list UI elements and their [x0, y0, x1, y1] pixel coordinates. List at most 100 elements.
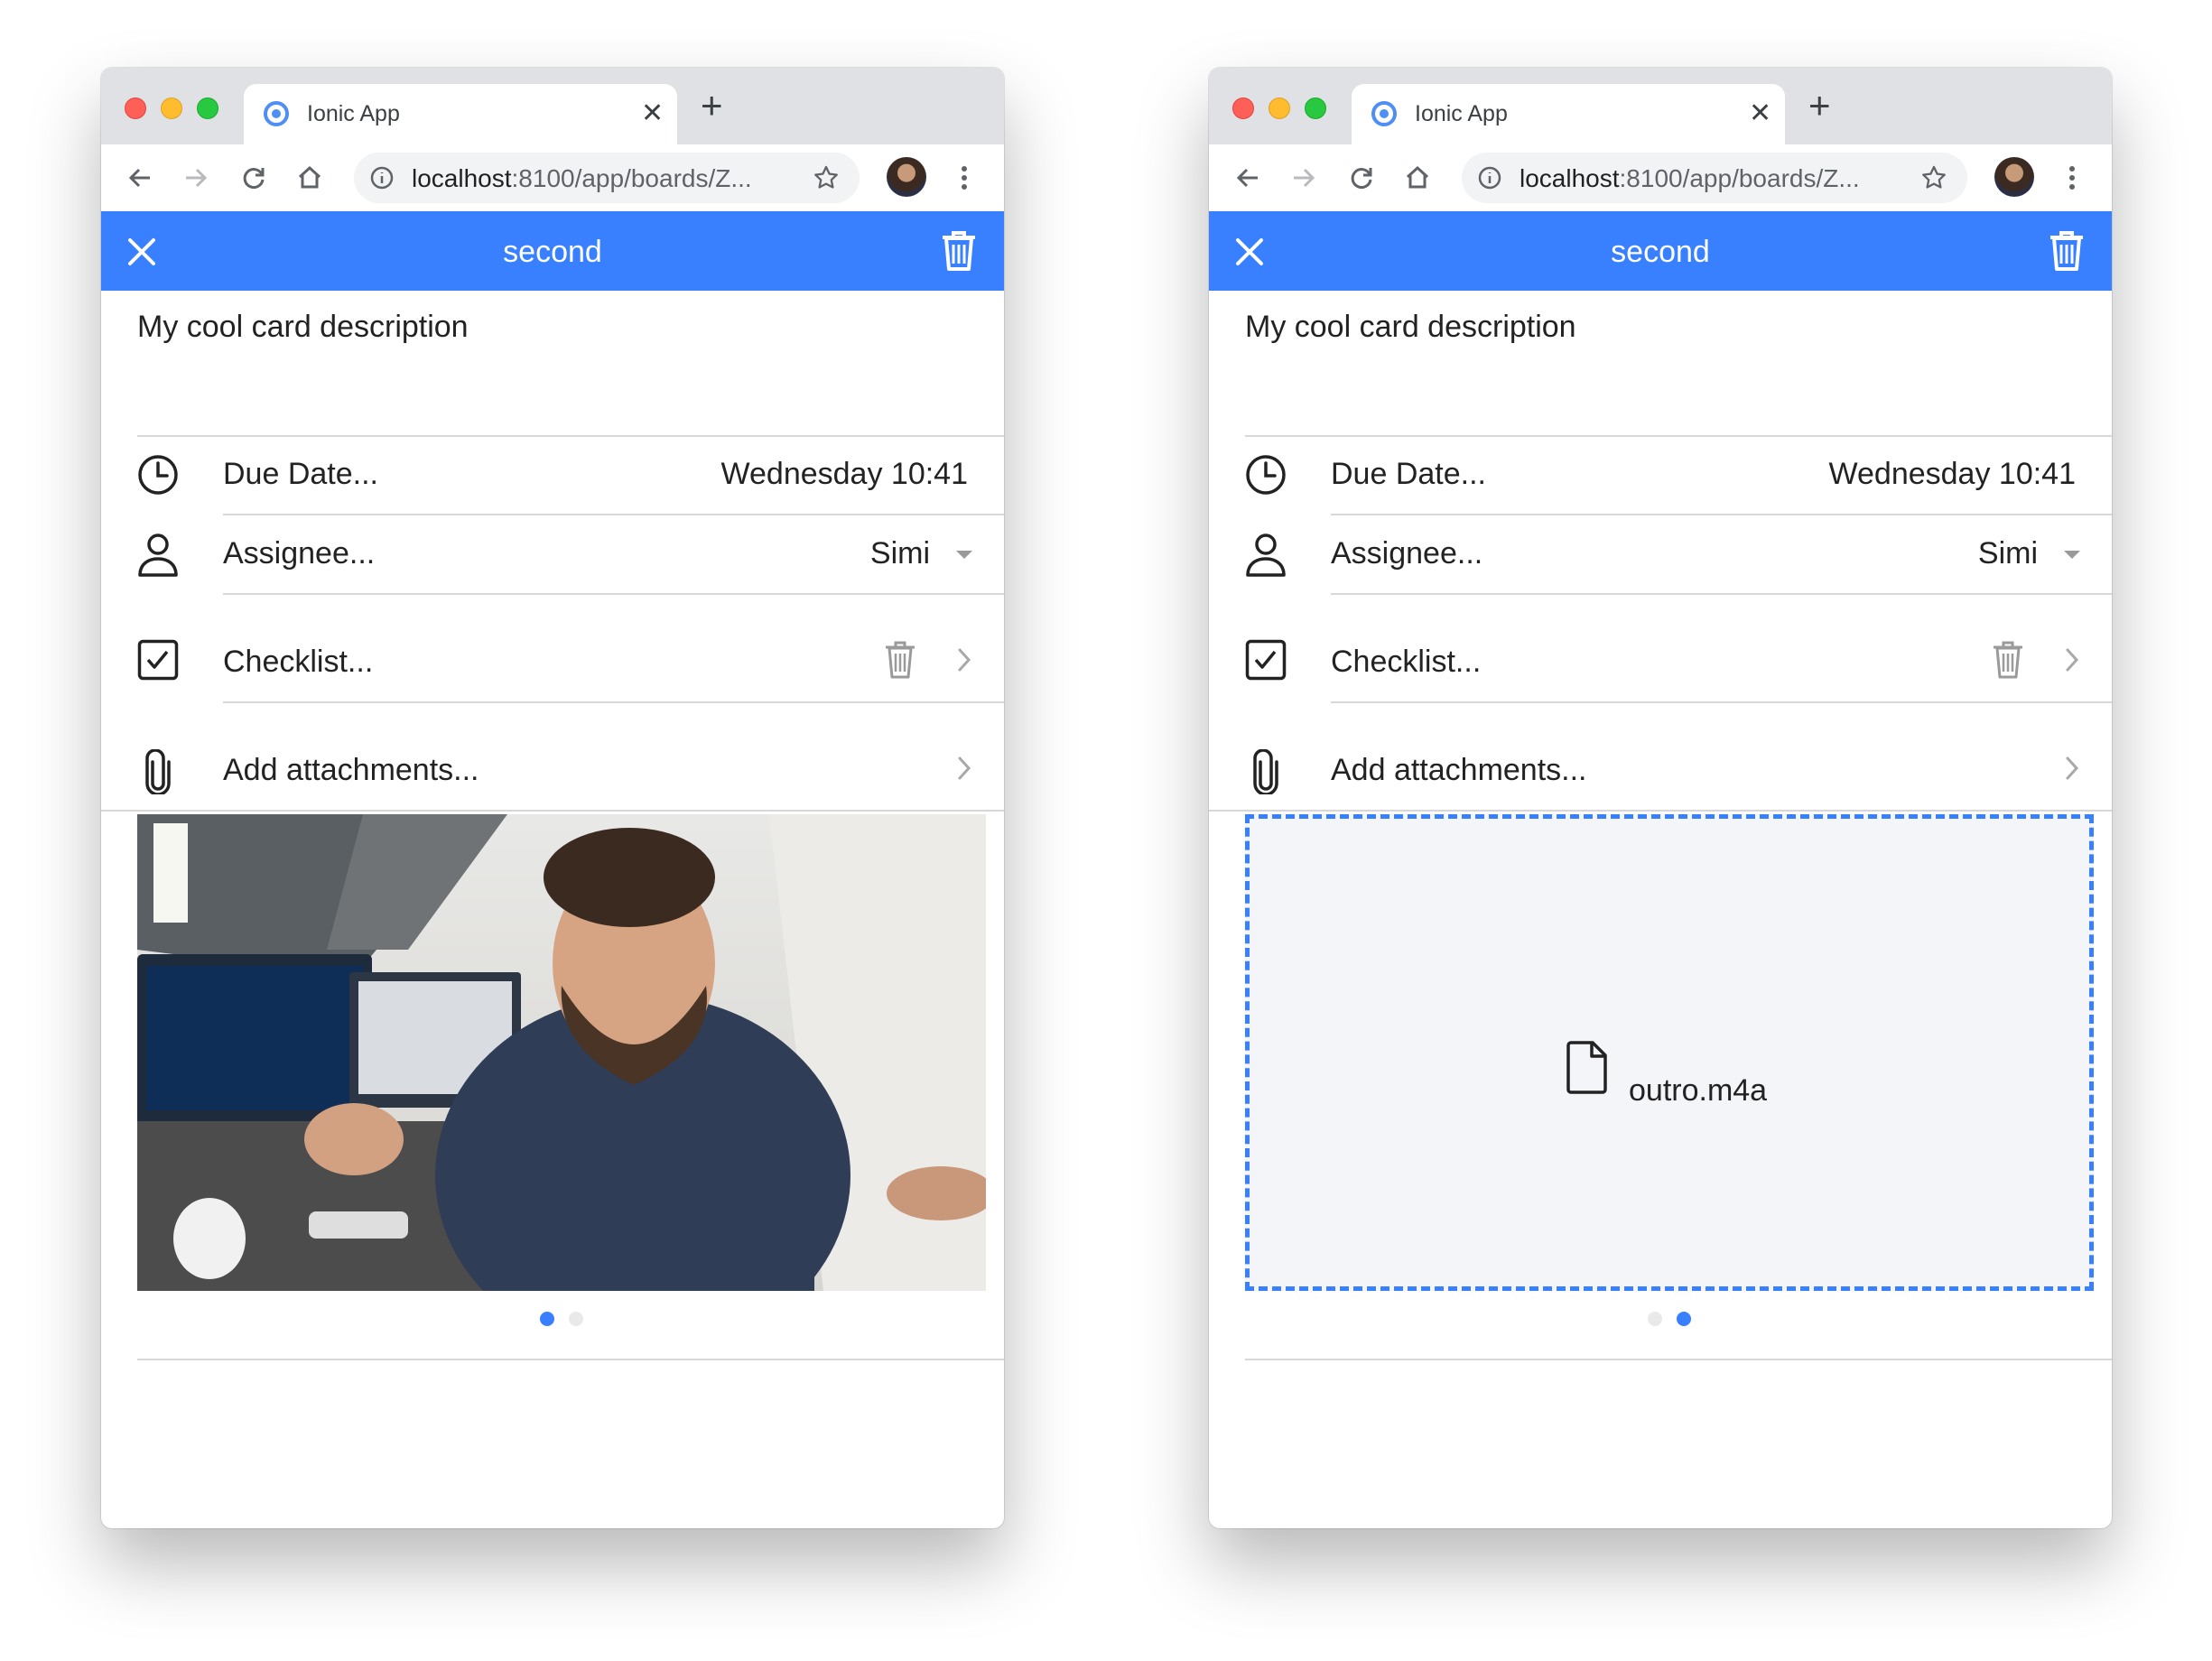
pager-dot-1[interactable]	[1648, 1312, 1662, 1326]
trash-icon[interactable]	[884, 640, 916, 680]
checkbox-icon	[1245, 639, 1287, 681]
ionic-favicon-icon	[1371, 101, 1397, 126]
chevron-right-icon[interactable]	[957, 647, 971, 673]
browser-window-right: Ionic App ✕ + localhost:8100/app/boards/…	[1209, 68, 2112, 1528]
attachment-image-slide[interactable]	[137, 814, 986, 1291]
card-description[interactable]: My cool card description	[1245, 310, 1576, 345]
url-text: localhost:8100/app/boards/Z...	[1520, 164, 1860, 193]
person-icon	[138, 534, 178, 577]
chevron-right-icon[interactable]	[2065, 756, 2079, 781]
home-icon[interactable]	[1404, 164, 1431, 191]
attachment-file-name: outro.m4a	[1629, 1073, 1768, 1108]
paperclip-icon	[1253, 749, 1278, 794]
url-path: :8100/app/boards/Z...	[1619, 164, 1860, 192]
card-title: second	[1611, 235, 1710, 269]
address-bar[interactable]: localhost:8100/app/boards/Z...	[1462, 153, 1967, 203]
card-description[interactable]: My cool card description	[137, 310, 469, 345]
attachments-label[interactable]: Add attachments...	[1331, 753, 1587, 788]
assignee-label: Assignee...	[223, 536, 376, 571]
minimize-window-button[interactable]	[1269, 97, 1290, 119]
close-window-button[interactable]	[125, 97, 146, 119]
minimize-window-button[interactable]	[161, 97, 182, 119]
new-tab-button[interactable]: +	[701, 86, 723, 125]
paperclip-icon	[145, 749, 171, 794]
file-icon	[1566, 1041, 1607, 1094]
zoom-window-button[interactable]	[1305, 97, 1326, 119]
trash-icon[interactable]	[1992, 640, 2024, 680]
info-icon[interactable]	[370, 166, 394, 190]
divider	[223, 514, 1004, 515]
new-tab-button[interactable]: +	[1808, 86, 1831, 125]
attachment-photo	[137, 814, 986, 1291]
card-title: second	[503, 235, 602, 269]
profile-avatar[interactable]	[1994, 157, 2034, 197]
clock-icon	[138, 455, 178, 495]
url-path: :8100/app/boards/Z...	[511, 164, 752, 192]
reload-icon[interactable]	[240, 164, 267, 191]
assignee-select[interactable]: Simi	[870, 536, 930, 571]
due-date-value[interactable]: Wednesday 10:41	[1829, 457, 2076, 492]
divider	[223, 593, 1004, 595]
chevron-right-icon[interactable]	[2065, 647, 2079, 673]
home-icon[interactable]	[296, 164, 323, 191]
zoom-window-button[interactable]	[197, 97, 218, 119]
reload-icon[interactable]	[1348, 164, 1375, 191]
checkbox-icon	[137, 639, 179, 681]
tab-close-icon[interactable]: ✕	[1749, 97, 1771, 130]
ionic-favicon-icon	[264, 101, 289, 126]
divider	[1331, 593, 2112, 595]
attachments-label[interactable]: Add attachments...	[223, 753, 479, 788]
assignee-label: Assignee...	[1331, 536, 1483, 571]
app-header: second	[101, 211, 1004, 291]
browser-tab[interactable]: Ionic App ✕	[244, 84, 677, 144]
url-text: localhost:8100/app/boards/Z...	[412, 164, 752, 193]
due-date-label[interactable]: Due Date...	[1331, 457, 1486, 492]
info-icon[interactable]	[1478, 166, 1501, 190]
menu-dots-icon[interactable]	[959, 164, 970, 191]
forward-arrow-icon[interactable]	[1290, 164, 1317, 191]
browser-toolbar: localhost:8100/app/boards/Z...	[1209, 144, 2112, 212]
forward-arrow-icon[interactable]	[182, 164, 209, 191]
checklist-label[interactable]: Checklist...	[1331, 645, 1481, 680]
tab-close-icon[interactable]: ✕	[641, 97, 664, 130]
divider	[1331, 514, 2112, 515]
address-bar[interactable]: localhost:8100/app/boards/Z...	[354, 153, 860, 203]
profile-avatar[interactable]	[887, 157, 926, 197]
trash-icon[interactable]	[941, 229, 977, 273]
tab-title: Ionic App	[307, 101, 400, 126]
url-host: localhost	[1520, 164, 1620, 192]
browser-toolbar: localhost:8100/app/boards/Z...	[101, 144, 1004, 212]
star-icon[interactable]	[813, 164, 840, 191]
browser-tab[interactable]: Ionic App ✕	[1352, 84, 1785, 144]
back-arrow-icon[interactable]	[126, 164, 153, 191]
due-date-label[interactable]: Due Date...	[223, 457, 378, 492]
pager-dot-2[interactable]	[1677, 1312, 1691, 1326]
divider	[101, 810, 1004, 812]
tab-strip: Ionic App ✕ +	[101, 68, 1004, 144]
divider	[1245, 1359, 2112, 1360]
chevron-right-icon[interactable]	[957, 756, 971, 781]
back-arrow-icon[interactable]	[1234, 164, 1261, 191]
person-icon	[1246, 534, 1286, 577]
clock-icon	[1246, 455, 1286, 495]
trash-icon[interactable]	[2049, 229, 2085, 273]
divider	[223, 701, 1004, 703]
pager-dot-1[interactable]	[540, 1312, 554, 1326]
star-icon[interactable]	[1920, 164, 1947, 191]
chevron-down-icon[interactable]	[2064, 551, 2080, 559]
tab-title: Ionic App	[1415, 101, 1508, 126]
chevron-down-icon[interactable]	[956, 551, 972, 559]
divider	[137, 435, 1004, 437]
divider	[1209, 810, 2112, 812]
divider	[1245, 435, 2112, 437]
url-host: localhost	[412, 164, 512, 192]
close-window-button[interactable]	[1232, 97, 1254, 119]
pager-dot-2[interactable]	[569, 1312, 583, 1326]
divider	[137, 1359, 1004, 1360]
tab-strip: Ionic App ✕ +	[1209, 68, 2112, 144]
due-date-value[interactable]: Wednesday 10:41	[721, 457, 968, 492]
attachment-file-slide[interactable]: outro.m4a	[1245, 814, 2094, 1291]
checklist-label[interactable]: Checklist...	[223, 645, 373, 680]
menu-dots-icon[interactable]	[2067, 164, 2077, 191]
assignee-select[interactable]: Simi	[1978, 536, 2038, 571]
